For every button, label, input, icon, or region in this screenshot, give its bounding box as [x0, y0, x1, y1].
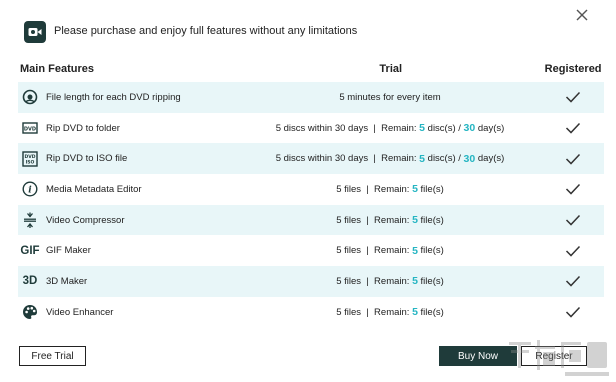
trial-info: 5 files | Remain: 5 file(s): [238, 275, 542, 287]
feature-label: Rip DVD to ISO file: [46, 153, 128, 165]
feature-row-3d-maker: 3D 3D Maker 5 files | Remain: 5 file(s): [18, 266, 604, 297]
header-main-features: Main Features: [20, 63, 94, 75]
trial-info: 5 files | Remain: 5 file(s): [238, 306, 542, 318]
features-table: Main Features Trial Registered File leng…: [18, 56, 604, 328]
compress-icon: [21, 211, 39, 229]
free-trial-button[interactable]: Free Trial: [19, 346, 86, 366]
info-icon: i: [21, 180, 39, 198]
trial-text-pre: 5 files | Remain:: [336, 214, 413, 226]
trial-text-pre: 5 files | Remain:: [336, 306, 413, 318]
trial-text-mid: disc(s) /: [425, 122, 464, 134]
dvd-folder-icon: DVD: [21, 119, 39, 137]
trial-text-post: file(s): [417, 275, 444, 287]
feature-label: Video Compressor: [46, 214, 125, 226]
svg-text:ISO: ISO: [26, 159, 35, 165]
checkmark-icon: [542, 91, 604, 103]
trial-info: 5 discs within 30 days | Remain: 5 disc(…: [238, 153, 542, 165]
trial-text-post: file(s): [417, 214, 444, 226]
feature-label: 3D Maker: [46, 275, 88, 287]
feature-label: Video Enhancer: [46, 306, 114, 318]
header-registered: Registered: [544, 63, 602, 75]
trial-text: 5 minutes for every item: [339, 91, 441, 103]
clock-icon: [21, 88, 39, 106]
trial-text-post: file(s): [417, 245, 444, 257]
feature-row-video-compressor: Video Compressor 5 files | Remain: 5 fil…: [18, 204, 604, 236]
feature-label: Media Metadata Editor: [46, 183, 142, 195]
trial-text-pre: 5 discs within 30 days | Remain:: [275, 153, 420, 165]
trial-text-pre: 5 discs within 30 days | Remain:: [275, 122, 420, 134]
palette-icon: [21, 303, 39, 321]
svg-text:DVD: DVD: [24, 127, 36, 133]
dvd-iso-icon: DVD ISO: [21, 150, 39, 168]
checkmark-icon: [542, 245, 604, 257]
checkmark-icon: [542, 306, 604, 318]
3d-icon: 3D: [19, 272, 41, 290]
header-trial: Trial: [379, 63, 403, 75]
trial-text-pre: 5 files | Remain:: [336, 183, 413, 195]
trial-text-pre: 5 files | Remain:: [336, 245, 413, 257]
table-header: Main Features Trial Registered: [18, 56, 604, 82]
feature-label: GIF Maker: [46, 245, 91, 257]
feature-row-rip-dvd-iso: DVD ISO Rip DVD to ISO file 5 discs with…: [18, 143, 604, 175]
trial-text-post: file(s): [417, 306, 444, 318]
checkmark-icon: [542, 122, 604, 134]
feature-row-rip-dvd-folder: DVD Rip DVD to folder 5 discs within 30 …: [18, 113, 604, 144]
app-logo-icon: [24, 21, 46, 43]
days-count: 30: [463, 152, 476, 165]
purchase-message: Please purchase and enjoy full features …: [54, 25, 358, 37]
trial-text-post: file(s): [417, 183, 444, 195]
checkmark-icon: [542, 153, 604, 165]
days-count: 30: [463, 122, 476, 135]
trial-text-post: day(s): [475, 122, 505, 134]
trial-text-mid: disc(s) /: [425, 153, 464, 165]
feature-row-gif-maker: GIF GIF Maker 5 files | Remain: 5 file(s…: [18, 235, 604, 266]
checkmark-icon: [542, 275, 604, 288]
checkmark-icon: [542, 214, 604, 226]
svg-text:DVD: DVD: [25, 154, 36, 160]
gif-icon: GIF: [19, 242, 41, 260]
trial-info: 5 files | Remain: 5 file(s): [238, 245, 542, 257]
trial-info: 5 discs within 30 days | Remain: 5 disc(…: [238, 122, 542, 134]
trial-text-post: day(s): [475, 153, 505, 165]
feature-row-metadata-editor: i Media Metadata Editor 5 files | Remain…: [18, 174, 604, 205]
close-icon[interactable]: [574, 7, 590, 23]
feature-row-video-enhancer: Video Enhancer 5 files | Remain: 5 file(…: [18, 297, 604, 328]
3d-icon-text: 3D: [22, 275, 38, 288]
watermark-logo: [509, 340, 609, 376]
checkmark-icon: [542, 183, 604, 195]
trial-info: 5 files | Remain: 5 file(s): [238, 214, 542, 226]
trial-text-pre: 5 files | Remain:: [336, 275, 413, 287]
buy-now-button[interactable]: Buy Now: [439, 346, 517, 366]
svg-text:i: i: [28, 186, 32, 196]
gif-icon-text: GIF: [20, 244, 40, 257]
feature-row-file-length: File length for each DVD ripping 5 minut…: [18, 82, 604, 113]
trial-info: 5 files | Remain: 5 file(s): [238, 183, 542, 195]
feature-label: File length for each DVD ripping: [46, 91, 181, 103]
trial-info: 5 minutes for every item: [238, 92, 542, 103]
feature-label: Rip DVD to folder: [46, 122, 120, 134]
